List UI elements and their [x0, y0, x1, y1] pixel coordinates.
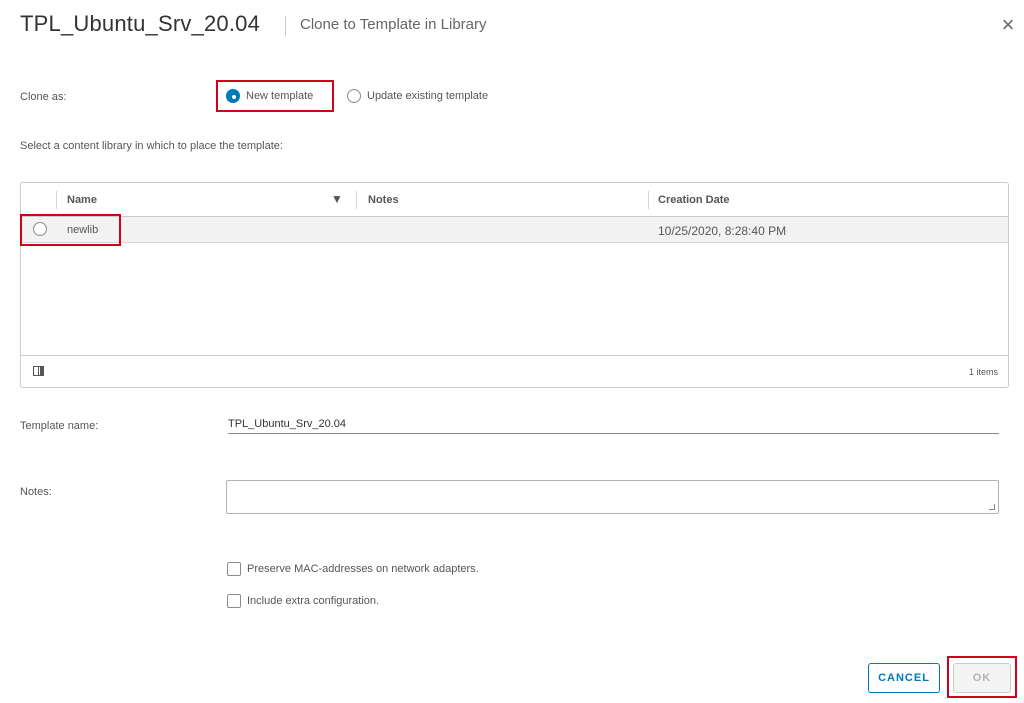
column-toggle-icon[interactable]	[33, 366, 44, 376]
checkbox-extra-config-label: Include extra configuration.	[247, 595, 380, 607]
template-name-label: Template name:	[20, 420, 99, 432]
library-instruction: Select a content library in which to pla…	[20, 140, 283, 152]
notes-label: Notes:	[20, 486, 52, 498]
checkbox-extra-config[interactable]: Include extra configuration.	[227, 594, 379, 608]
title-divider	[285, 16, 286, 36]
radio-unchecked-icon[interactable]	[347, 89, 361, 103]
column-header-notes[interactable]: Notes	[368, 194, 399, 206]
close-icon[interactable]: ×	[998, 14, 1018, 36]
radio-update-existing[interactable]: Update existing template	[347, 89, 488, 103]
notes-textarea[interactable]	[226, 480, 999, 514]
table-row[interactable]: newlib 10/25/2020, 8:28:40 PM	[21, 217, 1008, 243]
cancel-button[interactable]: CANCEL	[868, 663, 940, 693]
radio-new-template-label: New template	[246, 90, 314, 102]
radio-update-existing-label: Update existing template	[367, 90, 489, 102]
column-header-name[interactable]: Name	[67, 194, 97, 206]
item-count: 1 items	[968, 367, 998, 377]
checkbox-preserve-mac[interactable]: Preserve MAC-addresses on network adapte…	[227, 562, 479, 576]
radio-new-template[interactable]: New template	[226, 89, 313, 103]
clone-as-label: Clone as:	[20, 91, 67, 103]
grid-footer: 1 items	[21, 355, 1008, 388]
checkbox-preserve-mac-label: Preserve MAC-addresses on network adapte…	[247, 563, 479, 575]
checkbox-icon[interactable]	[227, 594, 241, 608]
grid-header: Name ▼ Notes Creation Date	[21, 183, 1008, 217]
library-grid: Name ▼ Notes Creation Date newlib 10/25/…	[20, 182, 1009, 388]
template-name-input[interactable]	[228, 414, 999, 434]
column-header-creation-date[interactable]: Creation Date	[658, 194, 730, 206]
row-creation-date: 10/25/2020, 8:28:40 PM	[658, 224, 787, 238]
filter-icon[interactable]: ▼	[331, 192, 343, 206]
dialog-subtitle: Clone to Template in Library	[300, 16, 487, 33]
radio-checked-icon[interactable]	[226, 89, 240, 103]
highlight-newlib-row	[20, 214, 121, 246]
checkbox-icon[interactable]	[227, 562, 241, 576]
dialog-title: TPL_Ubuntu_Srv_20.04	[20, 11, 261, 36]
resize-grip-icon[interactable]	[989, 504, 995, 510]
ok-button[interactable]: OK	[953, 663, 1011, 693]
